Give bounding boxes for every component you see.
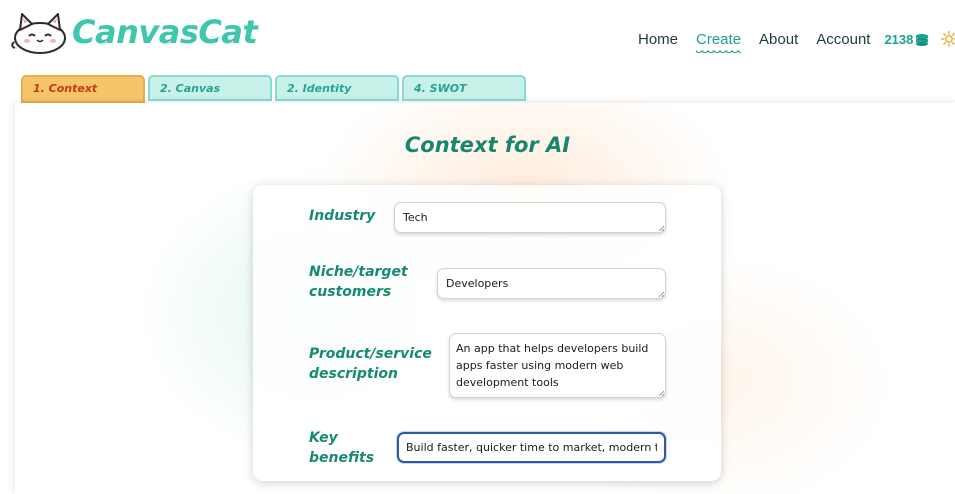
logo[interactable]: CanvasCat [10,8,258,56]
benefits-label: Key benefits [309,428,374,468]
page-title: Context for AI [404,133,571,157]
tab-identity[interactable]: 2. Identity [275,75,399,101]
sun-icon[interactable] [941,31,955,47]
nav-create-link[interactable]: Create [696,31,742,54]
credits-count: 2138 [884,32,914,47]
key-benefits-input[interactable] [397,432,666,463]
cat-logo-icon [11,13,66,54]
nav-about-link[interactable]: About [759,31,798,48]
tab-canvas[interactable]: 2. Canvas [148,75,272,101]
top-navigation: CanvasCat Home Create About Account 2138 [0,0,955,70]
context-form: Industry Niche/target customers Product/… [253,185,721,481]
content-panel: Context for AI Industry Niche/target cus… [15,103,955,494]
niche-label: Niche/target customers [309,262,408,302]
step-tabs: 1. Context 2. Canvas 2. Identity 4. SWOT [21,75,529,103]
product-label: Product/service description [309,344,432,384]
resize-grip-icon [658,390,664,396]
resize-grip-icon [658,225,664,231]
main-nav: Home Create About Account 2138 [638,28,955,54]
industry-input[interactable] [394,202,666,233]
niche-label-line1: Niche/target [309,264,408,280]
benefits-label-line2: benefits [309,450,375,466]
product-label-line1: Product/service [309,346,432,362]
nav-account-link[interactable]: Account [816,31,870,48]
product-label-line2: description [309,366,398,382]
credits-balance: 2138 [884,32,929,47]
nav-home-link[interactable]: Home [638,31,678,48]
niche-label-line2: customers [309,284,392,300]
resize-grip-icon [658,291,664,297]
tab-swot[interactable]: 4. SWOT [402,75,526,101]
niche-input[interactable] [437,268,666,299]
app-title: CanvasCat [72,13,258,51]
coin-stack-icon [916,33,929,46]
tab-context[interactable]: 1. Context [21,75,145,103]
product-description-textarea[interactable]: An app that helps developers build apps … [449,333,666,398]
benefits-label-line1: Key [309,430,338,446]
industry-label: Industry [309,208,376,224]
